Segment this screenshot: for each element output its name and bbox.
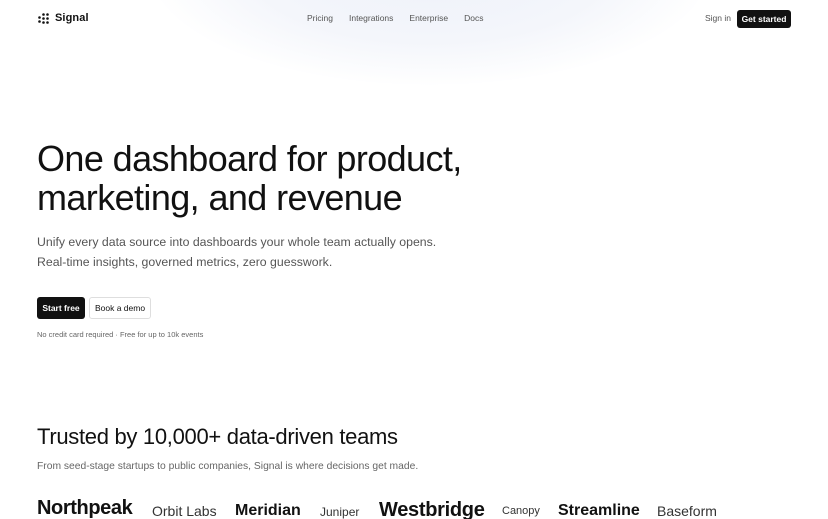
customer-logo-meridian: Meridian — [235, 502, 301, 519]
hero-title-line-2: marketing, and revenue — [37, 177, 403, 218]
hero-subtitle: Unify every data source into dashboards … — [37, 235, 437, 269]
brand-name: Signal — [55, 12, 89, 24]
get-started-button[interactable]: Get started — [737, 10, 791, 28]
dot-grid-logo-icon — [38, 12, 49, 24]
trusted-title: Trusted by 10,000+ data-driven teams — [37, 424, 398, 449]
nav-link-docs[interactable]: Docs — [464, 13, 483, 23]
trusted-subtitle: From seed-stage startups to public compa… — [37, 461, 419, 472]
start-free-button[interactable]: Start free — [37, 297, 85, 319]
customer-logo-canopy: Canopy — [502, 505, 540, 517]
customer-logo-streamline: Streamline — [558, 502, 640, 519]
customer-logo-baseform: Baseform — [657, 503, 717, 519]
top-navigation-bar: Signal Pricing Integrations Enterprise D… — [0, 0, 828, 38]
customer-logos: Northpeak Orbit Labs Meridian Juniper We… — [0, 498, 828, 519]
hero-title: One dashboard for product, marketing, an… — [37, 139, 497, 217]
hero-title-line-1: One dashboard for product, — [37, 138, 462, 179]
customer-logo-orbit-labs: Orbit Labs — [152, 503, 217, 519]
sign-in-link[interactable]: Sign in — [705, 13, 731, 23]
customer-logo-westbridge: Westbridge — [379, 499, 485, 519]
main-nav: Pricing Integrations Enterprise Docs — [307, 13, 484, 23]
customer-logo-northpeak: Northpeak — [37, 497, 133, 519]
signup-note: No credit card required · Free for up to… — [37, 330, 204, 339]
customer-logo-juniper: Juniper — [320, 505, 360, 519]
nav-link-integrations[interactable]: Integrations — [349, 13, 393, 23]
nav-link-enterprise[interactable]: Enterprise — [409, 13, 448, 23]
brand-logo[interactable]: Signal — [38, 12, 89, 24]
nav-link-pricing[interactable]: Pricing — [307, 13, 333, 23]
book-demo-button[interactable]: Book a demo — [89, 297, 151, 319]
